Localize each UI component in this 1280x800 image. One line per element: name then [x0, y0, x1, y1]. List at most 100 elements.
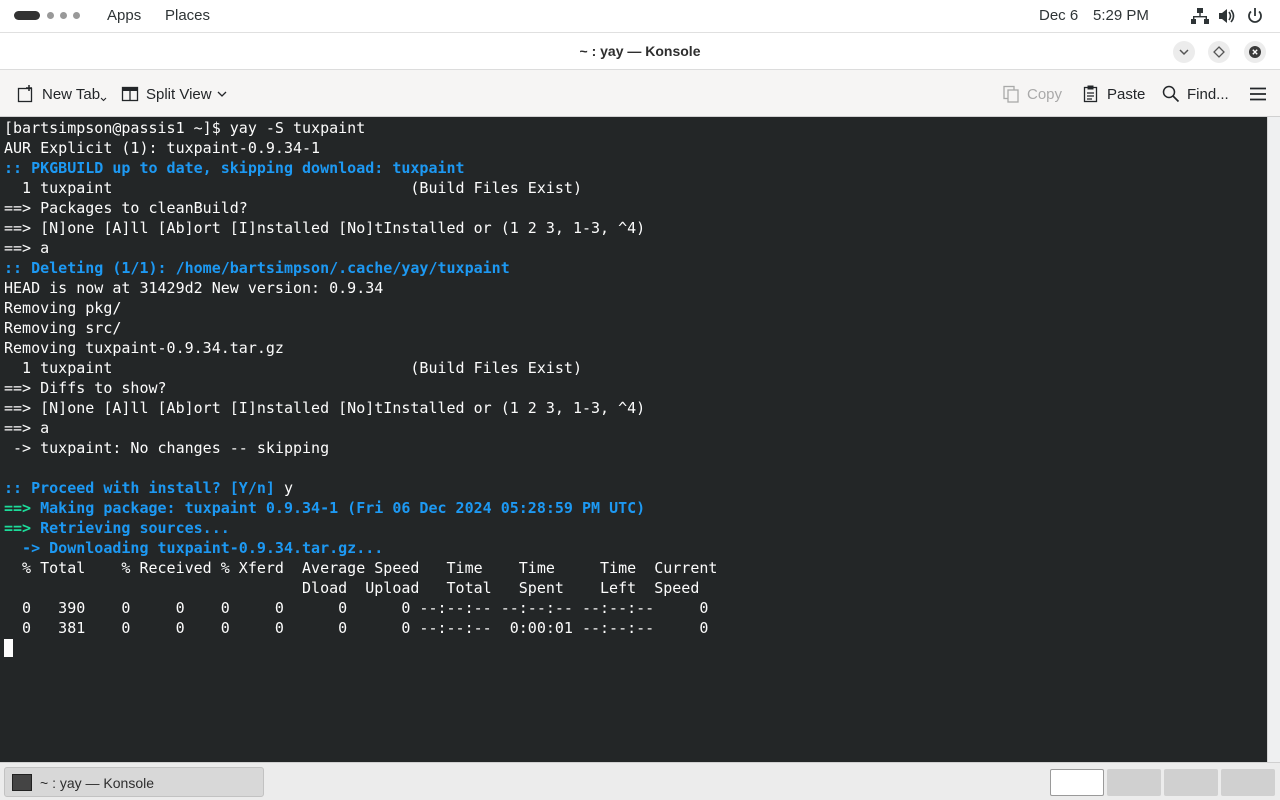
copy-label: Copy [1027, 85, 1063, 103]
terminal-line: -> Downloading tuxpaint-0.9.34.tar.gz... [4, 538, 717, 558]
terminal-text-segment: 0 381 0 0 0 0 0 0 --:--:-- 0:00:01 --:--… [4, 619, 709, 637]
terminal-line: Removing src/ [4, 318, 717, 338]
close-icon [1249, 46, 1261, 58]
places-menu[interactable]: Places [165, 7, 210, 24]
paste-button[interactable]: Paste [1081, 71, 1145, 117]
terminal-text-segment: 0 390 0 0 0 0 0 0 --:--:-- --:--:-- --:-… [4, 599, 709, 617]
terminal-line: ==> Packages to cleanBuild? [4, 198, 717, 218]
terminal-icon [12, 774, 32, 791]
volume-icon[interactable] [1218, 7, 1236, 25]
terminal-text-segment: 1 tuxpaint (Build Files Exist) [4, 179, 582, 197]
konsole-toolbar: New Tab Split View Copy Paste Find... [0, 71, 1280, 117]
terminal-text-segment: -> [4, 539, 50, 557]
copy-button[interactable]: Copy [1001, 71, 1062, 117]
workspace-switcher-2[interactable] [1107, 769, 1161, 796]
terminal-line: ==> a [4, 418, 717, 438]
activities-indicator[interactable] [14, 11, 84, 21]
terminal-line: :: PKGBUILD up to date, skipping downloa… [4, 158, 717, 178]
workspace-switcher-1[interactable] [1050, 769, 1104, 796]
terminal-line: ==> Retrieving sources... [4, 518, 717, 538]
terminal-text-segment: Downloading tuxpaint-0.9.34.tar.gz... [49, 539, 384, 557]
terminal-text-segment: Dload Upload Total Spent Left Speed [4, 579, 700, 597]
terminal-line: ==> [N]one [A]ll [Ab]ort [I]nstalled [No… [4, 218, 717, 238]
terminal-text-segment: Removing pkg/ [4, 299, 122, 317]
clock-date[interactable]: Dec 6 [1039, 7, 1078, 24]
terminal-line: HEAD is now at 31429d2 New version: 0.9.… [4, 278, 717, 298]
chevron-down-icon [100, 97, 107, 102]
terminal-cursor [4, 639, 13, 657]
terminal-text-segment: % Total % Received % Xferd Average Speed… [4, 559, 718, 577]
bottom-taskbar: ~ : yay — Konsole [0, 762, 1280, 800]
terminal-text-segment: Proceed with install? [Y/n] [31, 479, 275, 497]
taskbar-item-label: ~ : yay — Konsole [40, 775, 155, 791]
terminal-line: ==> a [4, 238, 717, 258]
hamburger-menu-icon [1250, 87, 1266, 101]
terminal-text-segment: AUR Explicit (1): tuxpaint-0.9.34-1 [4, 139, 321, 157]
clock-time[interactable]: 5:29 PM [1093, 7, 1149, 24]
terminal-text-segment: Making package: tuxpaint 0.9.34-1 (Fri 0… [40, 499, 646, 517]
window-title: ~ : yay — Konsole [579, 43, 701, 59]
split-view-label: Split View [146, 85, 212, 103]
top-panel: Apps Places Dec 6 5:29 PM [0, 0, 1280, 32]
apps-menu[interactable]: Apps [107, 7, 141, 24]
terminal-line: 0 381 0 0 0 0 0 0 --:--:-- 0:00:01 --:--… [4, 618, 717, 638]
split-view-icon [121, 86, 139, 102]
terminal-line: % Total % Received % Xferd Average Speed… [4, 558, 717, 578]
terminal-scrollbar[interactable] [1267, 117, 1280, 762]
terminal-view[interactable]: [bartsimpson@passis1 ~]$ yay -S tuxpaint… [0, 117, 1267, 762]
terminal-line: :: Deleting (1/1): /home/bartsimpson/.ca… [4, 258, 717, 278]
new-tab-button[interactable]: New Tab [16, 71, 108, 117]
terminal-text-segment: Deleting (1/1): /home/bartsimpson/.cache… [31, 259, 510, 277]
chevron-down-icon [217, 91, 227, 97]
find-button[interactable]: Find... [1161, 71, 1229, 117]
terminal-text-segment: :: [4, 479, 32, 497]
network-icon[interactable] [1191, 7, 1209, 25]
paste-label: Paste [1107, 85, 1146, 103]
split-view-button[interactable]: Split View [120, 71, 232, 117]
terminal-text-segment: PKGBUILD up to date, skipping download: … [31, 159, 465, 177]
terminal-text-segment: [bartsimpson@passis1 ~]$ yay -S tuxpaint [4, 119, 366, 137]
terminal-text-segment: ==> [4, 519, 41, 537]
workspace-switcher-3[interactable] [1164, 769, 1218, 796]
terminal-text-segment: Retrieving sources... [40, 519, 230, 537]
diamond-icon [1213, 46, 1225, 58]
terminal-prompt-line [4, 638, 717, 658]
chevron-down-icon [1179, 49, 1189, 56]
taskbar-item-konsole[interactable]: ~ : yay — Konsole [4, 767, 264, 797]
workspace-switcher-4[interactable] [1221, 769, 1275, 796]
terminal-text-segment: :: [4, 159, 32, 177]
terminal-text-segment: ==> [N]one [A]ll [Ab]ort [I]nstalled [No… [4, 219, 646, 237]
paste-icon [1083, 85, 1098, 103]
terminal-text-segment: Removing src/ [4, 319, 122, 337]
terminal-text-segment: ==> Diffs to show? [4, 379, 167, 397]
minimize-button[interactable] [1173, 41, 1195, 63]
terminal-line: :: Proceed with install? [Y/n] y [4, 478, 717, 498]
search-icon [1162, 85, 1180, 103]
terminal-text-segment: ==> Packages to cleanBuild? [4, 199, 248, 217]
power-icon[interactable] [1246, 7, 1264, 25]
copy-icon [1003, 85, 1019, 103]
terminal-line: Removing tuxpaint-0.9.34.tar.gz [4, 338, 717, 358]
terminal-text-segment: 1 tuxpaint (Build Files Exist) [4, 359, 582, 377]
terminal-line: 0 390 0 0 0 0 0 0 --:--:-- --:--:-- --:-… [4, 598, 717, 618]
new-tab-icon [17, 85, 33, 103]
workspace-dot [47, 12, 54, 19]
workspace-dot [60, 12, 67, 19]
terminal-line: 1 tuxpaint (Build Files Exist) [4, 178, 717, 198]
terminal-line: Removing pkg/ [4, 298, 717, 318]
maximize-button[interactable] [1208, 41, 1230, 63]
workspace-active-pill [14, 11, 40, 20]
terminal-line: -> tuxpaint: No changes -- skipping [4, 438, 717, 458]
close-button[interactable] [1244, 41, 1266, 63]
terminal-line: ==> Diffs to show? [4, 378, 717, 398]
terminal-text-segment: ==> a [4, 419, 50, 437]
terminal-text-segment: :: [4, 259, 32, 277]
hamburger-menu-button[interactable] [1248, 71, 1268, 117]
find-label: Find... [1187, 85, 1229, 103]
terminal-line: AUR Explicit (1): tuxpaint-0.9.34-1 [4, 138, 717, 158]
terminal-text-segment: Removing tuxpaint-0.9.34.tar.gz [4, 339, 284, 357]
terminal-text-segment: ==> [N]one [A]ll [Ab]ort [I]nstalled [No… [4, 399, 646, 417]
window-titlebar[interactable]: ~ : yay — Konsole [0, 32, 1280, 70]
terminal-output: [bartsimpson@passis1 ~]$ yay -S tuxpaint… [4, 118, 717, 658]
